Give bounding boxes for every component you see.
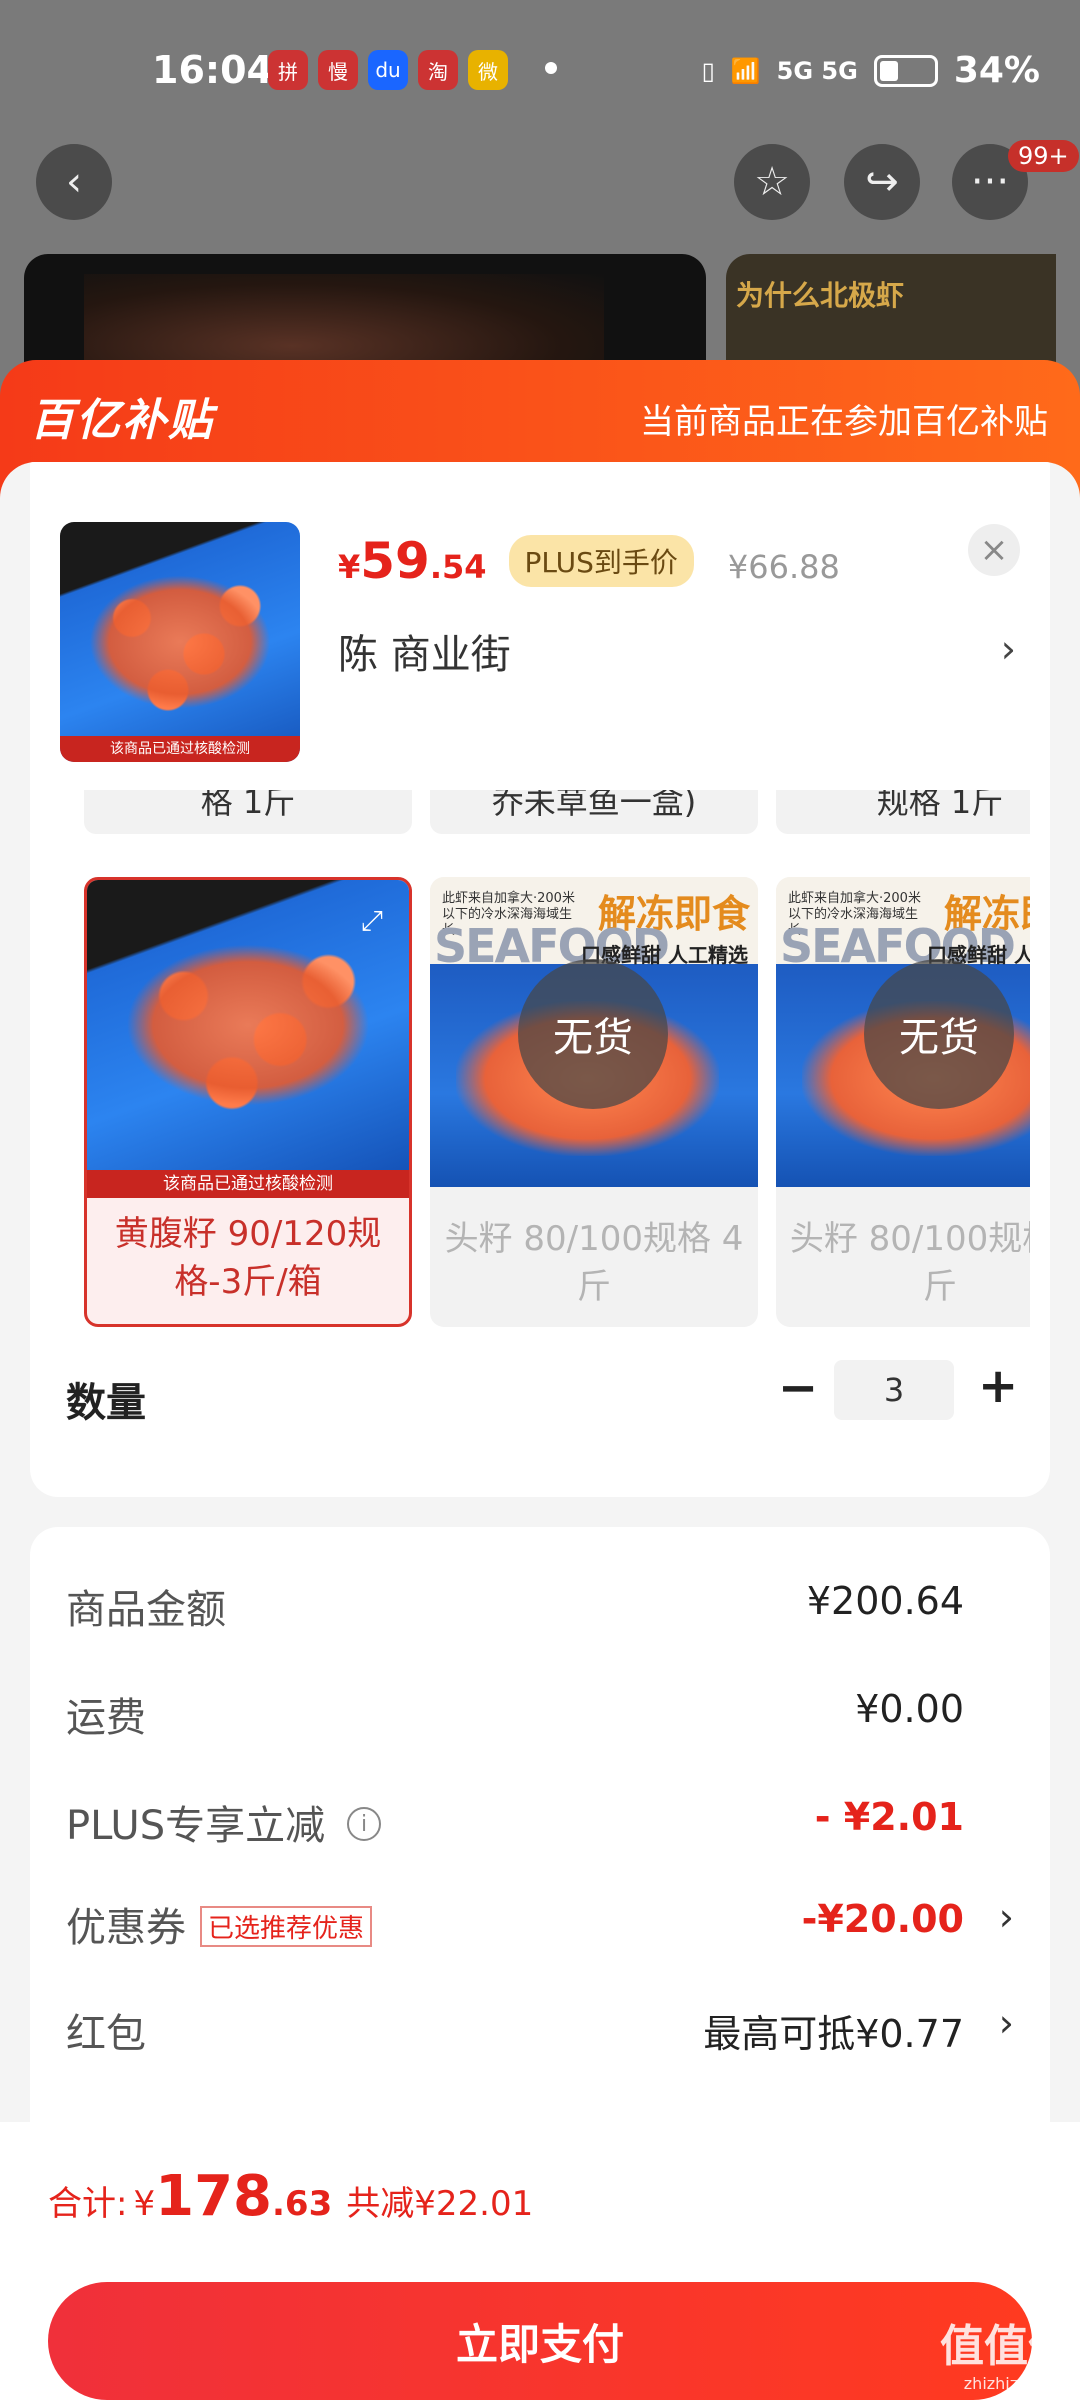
price-row: ¥59.54 PLUS到手价 ¥66.88 bbox=[338, 532, 840, 593]
more-badge: 99+ bbox=[1008, 140, 1079, 172]
spec-top-row: 格 1斤 乔未草鱼一盒) 规格 1斤 bbox=[84, 790, 1030, 835]
plus-discount-row: PLUS专享立减 i - ¥2.01 bbox=[66, 1793, 1014, 1853]
spec-option[interactable]: 规格 1斤 bbox=[776, 790, 1030, 834]
info-icon[interactable]: i bbox=[347, 1807, 382, 1841]
notification-icons: 拼 慢 du 淘 微 bbox=[268, 50, 508, 90]
share-icon: ↪ bbox=[865, 159, 899, 205]
status-time: 16:04 bbox=[152, 48, 273, 92]
coupon-tag: 已选推荐优惠 bbox=[200, 1905, 373, 1947]
thumb-caption: 该商品已通过核酸检测 bbox=[60, 736, 300, 762]
pinduoduo-app-icon: 拼 bbox=[268, 50, 308, 90]
shipping-label: 运费 bbox=[66, 1695, 146, 1741]
watermark: 值值值 zhizhizhi.com bbox=[940, 2310, 1072, 2393]
price-symbol: ¥ bbox=[338, 548, 361, 586]
spec-label: 头籽 80/100规格 4斤 bbox=[444, 1219, 744, 1307]
share-button[interactable]: ↪ bbox=[844, 144, 920, 220]
app-icon: 慢 bbox=[318, 50, 358, 90]
purchase-sheet: 该商品已通过核酸检测 ¥59.54 PLUS到手价 ¥66.88 × 陈 商业街… bbox=[0, 462, 1080, 2400]
status-dot-icon bbox=[545, 62, 557, 74]
signal-icon: 5G 5G bbox=[776, 56, 858, 85]
total-symbol: ¥ bbox=[133, 2184, 156, 2224]
spec-image: ⤢ bbox=[87, 880, 409, 1170]
coupon-row[interactable]: 优惠券 已选推荐优惠 -¥20.00 › bbox=[66, 1895, 1014, 1955]
shipping-value: ¥0.00 bbox=[855, 1687, 964, 1731]
coupon-label: 优惠券 已选推荐优惠 bbox=[66, 1895, 373, 1953]
baidu-app-icon: du bbox=[368, 50, 408, 90]
star-icon: ☆ bbox=[754, 159, 790, 205]
red-packet-row[interactable]: 红包 最高可抵¥0.77 › bbox=[66, 2001, 1014, 2061]
subsidy-logo: 百亿补贴 bbox=[30, 395, 214, 446]
weibo-app-icon: 微 bbox=[468, 50, 508, 90]
taobao-app-icon: 淘 bbox=[418, 50, 458, 90]
coupon-text: 优惠券 bbox=[66, 1905, 186, 1951]
address-selector[interactable]: 陈 商业街 bbox=[338, 622, 1050, 680]
quantity-increment-button[interactable]: + bbox=[978, 1358, 1018, 1414]
spec-option-selected[interactable]: ⤢ 该商品已通过核酸检测 黄腹籽 90/120规格-3斤/箱 bbox=[84, 877, 412, 1327]
favorite-button[interactable]: ☆ bbox=[734, 144, 810, 220]
plus-discount-text: PLUS专享立减 bbox=[66, 1803, 326, 1849]
close-button[interactable]: × bbox=[968, 524, 1020, 576]
out-of-stock-badge: 无货 bbox=[518, 959, 668, 1109]
battery-percent: 34% bbox=[953, 50, 1040, 91]
shrimp-image bbox=[60, 522, 300, 762]
red-packet-value: 最高可抵¥0.77 bbox=[703, 2012, 964, 2056]
close-icon: × bbox=[979, 530, 1009, 570]
price-integer: 59 bbox=[360, 532, 430, 590]
spec-label: 头籽 80/100规格-4斤 bbox=[789, 1219, 1030, 1307]
background-card-text: 为什么北极虾 bbox=[736, 279, 905, 312]
spec-option[interactable]: 乔未草鱼一盒) bbox=[430, 790, 758, 834]
product-card: 该商品已通过核酸检测 ¥59.54 PLUS到手价 ¥66.88 × 陈 商业街… bbox=[30, 462, 1050, 1497]
shipping-row: 运费 ¥0.00 bbox=[66, 1685, 1014, 1745]
status-bar: 16:04 拼 慢 du 淘 微 ▯ 📶 5G 5G 34% bbox=[0, 0, 1080, 140]
spec-option-out-of-stock[interactable]: 此虾来自加拿大·200米 以下的冷水深海海域生长 解冻即食 SEAFOOD 口感… bbox=[776, 877, 1030, 1327]
goods-amount-value: ¥200.64 bbox=[806, 1579, 964, 1623]
total-integer: 178 bbox=[155, 2164, 273, 2229]
price: ¥59.54 bbox=[338, 532, 487, 590]
red-packet-label: 红包 bbox=[66, 2011, 146, 2057]
watermark-url: zhizhizhi.com bbox=[963, 2374, 1072, 2393]
total-saved: 共减¥22.01 bbox=[346, 2184, 534, 2224]
original-price: ¥66.88 bbox=[727, 548, 840, 586]
out-of-stock-badge: 无货 bbox=[864, 959, 1014, 1109]
quantity-input[interactable]: 3 bbox=[834, 1360, 954, 1420]
total-decimal: .63 bbox=[272, 2184, 333, 2224]
quantity-label: 数量 bbox=[66, 1380, 146, 1426]
back-button[interactable]: ‹ bbox=[36, 144, 112, 220]
chevron-left-icon: ‹ bbox=[66, 159, 82, 205]
plus-discount-value: - ¥2.01 bbox=[814, 1795, 964, 1839]
plus-price-tag: PLUS到手价 bbox=[508, 535, 694, 587]
spec-image: 此虾来自加拿大·200米 以下的冷水深海海域生长 解冻即食 SEAFOOD 口感… bbox=[776, 877, 1030, 1187]
expand-icon[interactable]: ⤢ bbox=[361, 904, 383, 938]
spec-label: 黄腹籽 90/120规格-3斤/箱 bbox=[114, 1214, 382, 1302]
spec-image: 此虾来自加拿大·200米 以下的冷水深海海域生长 解冻即食 SEAFOOD 口感… bbox=[430, 877, 758, 1187]
spec-caption: 该商品已通过核酸检测 bbox=[87, 1170, 409, 1198]
battery-icon bbox=[873, 54, 938, 87]
more-icon: ··· bbox=[970, 159, 1010, 205]
chevron-right-icon: › bbox=[998, 1895, 1014, 1939]
price-decimal: .54 bbox=[429, 548, 487, 586]
quantity-decrement-button[interactable]: − bbox=[778, 1360, 818, 1416]
watermark-text: 值值值 bbox=[940, 2321, 1072, 2372]
checkout-footer: 合计: ¥ 178 .63 共减¥22.01 立即支付 bbox=[0, 2122, 1080, 2400]
goods-amount-row: 商品金额 ¥200.64 bbox=[66, 1577, 1014, 1637]
spec-option-out-of-stock[interactable]: 此虾来自加拿大·200米 以下的冷水深海海域生长 解冻即食 SEAFOOD 口感… bbox=[430, 877, 758, 1327]
quantity-row: 数量 − 3 + bbox=[30, 1352, 1050, 1432]
status-right: ▯ 📶 5G 5G 34% bbox=[702, 50, 1040, 91]
subsidy-text: 当前商品正在参加百亿补贴 bbox=[640, 402, 1048, 442]
pay-now-button[interactable]: 立即支付 bbox=[48, 2282, 1032, 2400]
goods-amount-label: 商品金额 bbox=[66, 1587, 226, 1633]
spec-options: ⤢ 该商品已通过核酸检测 黄腹籽 90/120规格-3斤/箱 此虾来自加拿大·2… bbox=[84, 877, 1030, 1327]
coupon-value: -¥20.00 bbox=[801, 1897, 964, 1941]
vibrate-icon: ▯ bbox=[701, 56, 715, 85]
product-thumbnail[interactable]: 该商品已通过核酸检测 bbox=[60, 522, 300, 762]
wifi-icon: 📶 bbox=[730, 56, 761, 85]
spec-option[interactable]: 格 1斤 bbox=[84, 790, 412, 834]
chevron-right-icon: › bbox=[998, 2001, 1014, 2045]
chevron-right-icon[interactable]: › bbox=[1001, 627, 1016, 671]
total-row: 合计: ¥ 178 .63 共减¥22.01 bbox=[48, 2164, 533, 2229]
plus-discount-label: PLUS专享立减 i bbox=[66, 1793, 382, 1851]
total-label: 合计: bbox=[48, 2184, 128, 2224]
